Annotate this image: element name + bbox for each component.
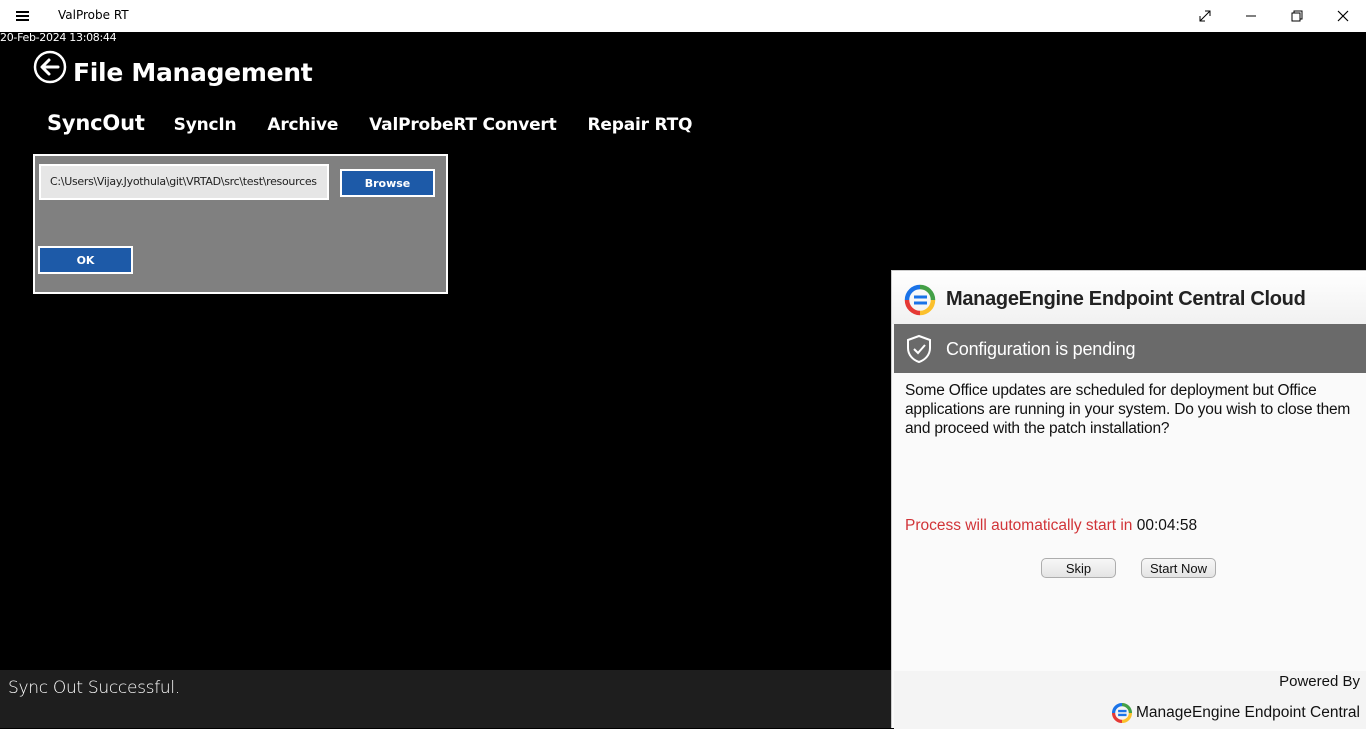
notification-app-name: ManageEngine Endpoint Central Cloud [946,288,1306,310]
manageengine-small-logo-icon [1111,702,1132,724]
powered-by-label: Powered By [1279,673,1360,690]
back-button[interactable] [33,50,67,84]
close-icon[interactable] [1320,0,1366,32]
tab-valprobert-convert[interactable]: ValProbeRT Convert [369,115,557,135]
minimize-icon[interactable] [1228,0,1274,32]
notification-header: ManageEngine Endpoint Central Cloud [892,271,1366,324]
syncout-panel: C:\Users\Vijay.Jyothula\git\VRTAD\src\te… [33,154,448,294]
tab-repair-rtq[interactable]: Repair RTQ [588,115,693,135]
banner-text: Configuration is pending [946,339,1136,359]
title-bar: ValProbe RT [0,0,1366,32]
ok-button[interactable]: OK [38,246,133,274]
restore-icon[interactable] [1274,0,1320,32]
notification-message: Some Office updates are scheduled for de… [905,382,1351,437]
tab-syncout[interactable]: SyncOut [47,111,145,135]
tab-bar: SyncOut SyncIn Archive ValProbeRT Conver… [47,111,723,135]
hamburger-menu-icon[interactable] [14,8,32,24]
shield-check-icon [907,334,931,364]
skip-button[interactable]: Skip [1041,558,1116,578]
manageengine-logo-icon [904,284,936,316]
start-now-button[interactable]: Start Now [1141,558,1216,578]
brand: ManageEngine Endpoint Central [1111,702,1360,724]
brand-name: ManageEngine Endpoint Central [1135,704,1360,721]
status-message: Sync Out Successful. [8,678,180,698]
config-pending-banner: Configuration is pending [894,324,1366,373]
expand-icon[interactable] [1182,0,1228,32]
status-bar: Sync Out Successful. [0,670,891,728]
tab-archive[interactable]: Archive [267,115,338,135]
path-input[interactable]: C:\Users\Vijay.Jyothula\git\VRTAD\src\te… [39,164,329,200]
back-arrow-icon [33,50,67,84]
timestamp: 20-Feb-2024 13:08:44 [0,31,117,44]
app-title: ValProbe RT [58,8,129,22]
countdown-value: 00:04:58 [1136,517,1198,534]
notification-footer: Powered By ManageEngine Endpoint Central [894,671,1366,729]
countdown-label: Process will automatically start in [905,517,1133,534]
page-title: File Management [73,58,313,87]
tab-syncin[interactable]: SyncIn [174,115,237,135]
browse-button[interactable]: Browse [340,169,435,197]
countdown: Process will automatically start in 00:0… [905,517,1197,535]
manageengine-notification: ManageEngine Endpoint Central Cloud Conf… [891,270,1366,729]
